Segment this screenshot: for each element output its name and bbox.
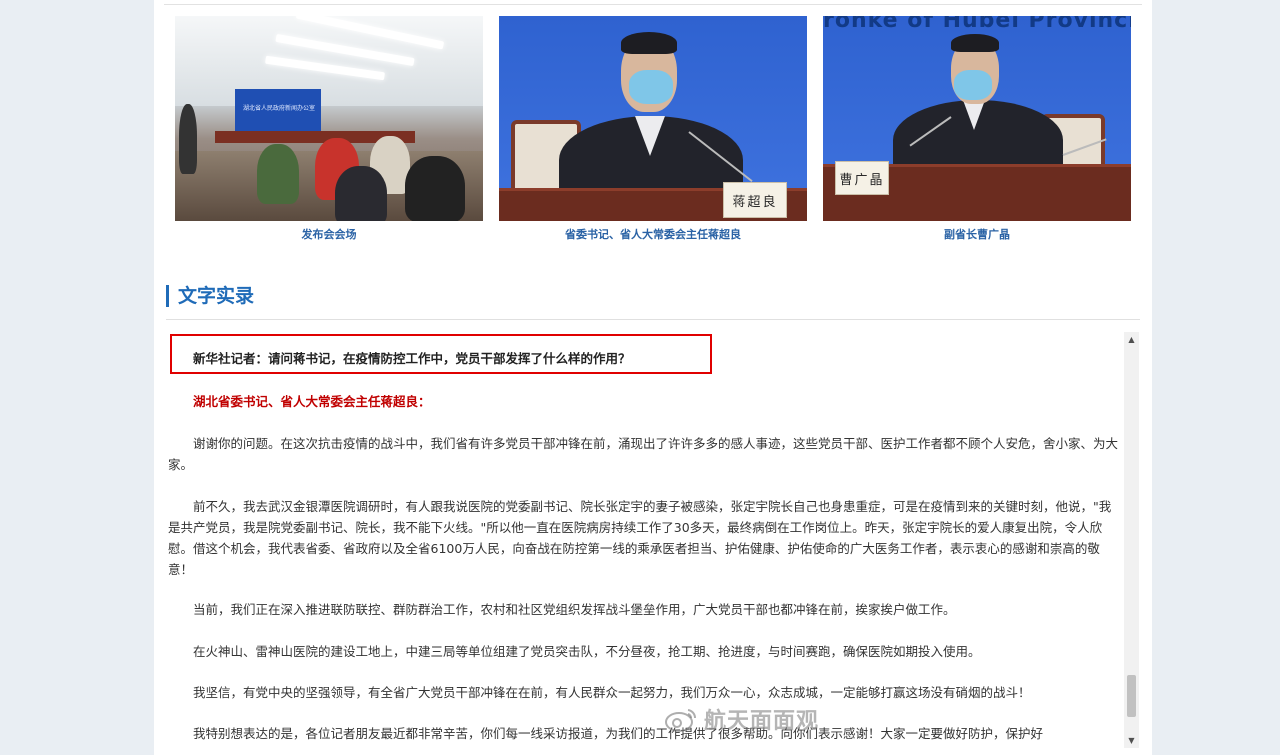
transcript-panel[interactable]: 新华社记者：请问蒋书记，在疫情防控工作中，党员干部发挥了什么样的作用？ 湖北省委… (168, 332, 1124, 750)
transcript-paragraph: 谢谢你的问题。在这次抗击疫情的战斗中，我们省有许多党员干部冲锋在前，涌现出了许许… (168, 436, 1119, 472)
transcript-paragraph: 我特别想表达的是，各位记者朋友最近都非常辛苦，你们每一线采访报道，为我们的工作提… (193, 726, 1044, 741)
transcript-paragraph: 我坚信，有党中央的坚强领导，有全省广大党员干部冲锋在在前，有人民群众一起努力，我… (193, 685, 1031, 700)
transcript-paragraph: 在火神山、雷神山医院的建设工地上，中建三局等单位组建了党员突击队，不分昼夜，抢工… (193, 644, 981, 659)
photo-press-venue[interactable]: 湖北省人民政府新闻办公室 (175, 16, 483, 221)
photo-vice-governor[interactable]: ronke of Hubei Provincial 曹广晶 (823, 16, 1131, 221)
speaker-label: 湖北省委书记、省人大常委会主任蒋超良： (193, 394, 431, 409)
scroll-up-arrow-icon[interactable]: ▲ (1124, 332, 1139, 347)
watermark: 航天面面观 (664, 703, 819, 735)
top-divider (164, 4, 1142, 5)
article-page: 湖北省人民政府新闻办公室 发布会会场 蒋超良 省委书记、省人大常委会主任蒋超良 (154, 0, 1152, 755)
photo-caption: 发布会会场 (301, 228, 357, 241)
transcript-scrollbar[interactable]: ▲ ▼ (1124, 332, 1139, 748)
transcript-paragraph: 前不久，我去武汉金银潭医院调研时，有人跟我说医院的党委副书记、院长张定宇的妻子被… (168, 499, 1112, 577)
scroll-thumb[interactable] (1127, 675, 1136, 717)
section-title: 文字实录 (166, 285, 254, 307)
photo-caption: 副省长曹广晶 (944, 228, 1010, 241)
nameplate: 蒋超良 (723, 182, 787, 218)
question-highlight-box (170, 334, 712, 374)
backdrop-text: ronke of Hubei Provincial (823, 16, 1131, 33)
nameplate: 曹广晶 (835, 161, 889, 195)
transcript-paragraph: 当前，我们正在深入推进联防联控、群防群治工作，农村和社区党组织发挥战斗堡垒作用，… (193, 602, 956, 617)
photo-caption: 省委书记、省人大常委会主任蒋超良 (565, 228, 741, 241)
scroll-down-arrow-icon[interactable]: ▼ (1124, 733, 1139, 748)
photo-party-secretary[interactable]: 蒋超良 (499, 16, 807, 221)
venue-screen: 湖北省人民政府新闻办公室 (235, 89, 321, 133)
section-divider (166, 319, 1140, 320)
weibo-logo-icon (665, 709, 697, 732)
